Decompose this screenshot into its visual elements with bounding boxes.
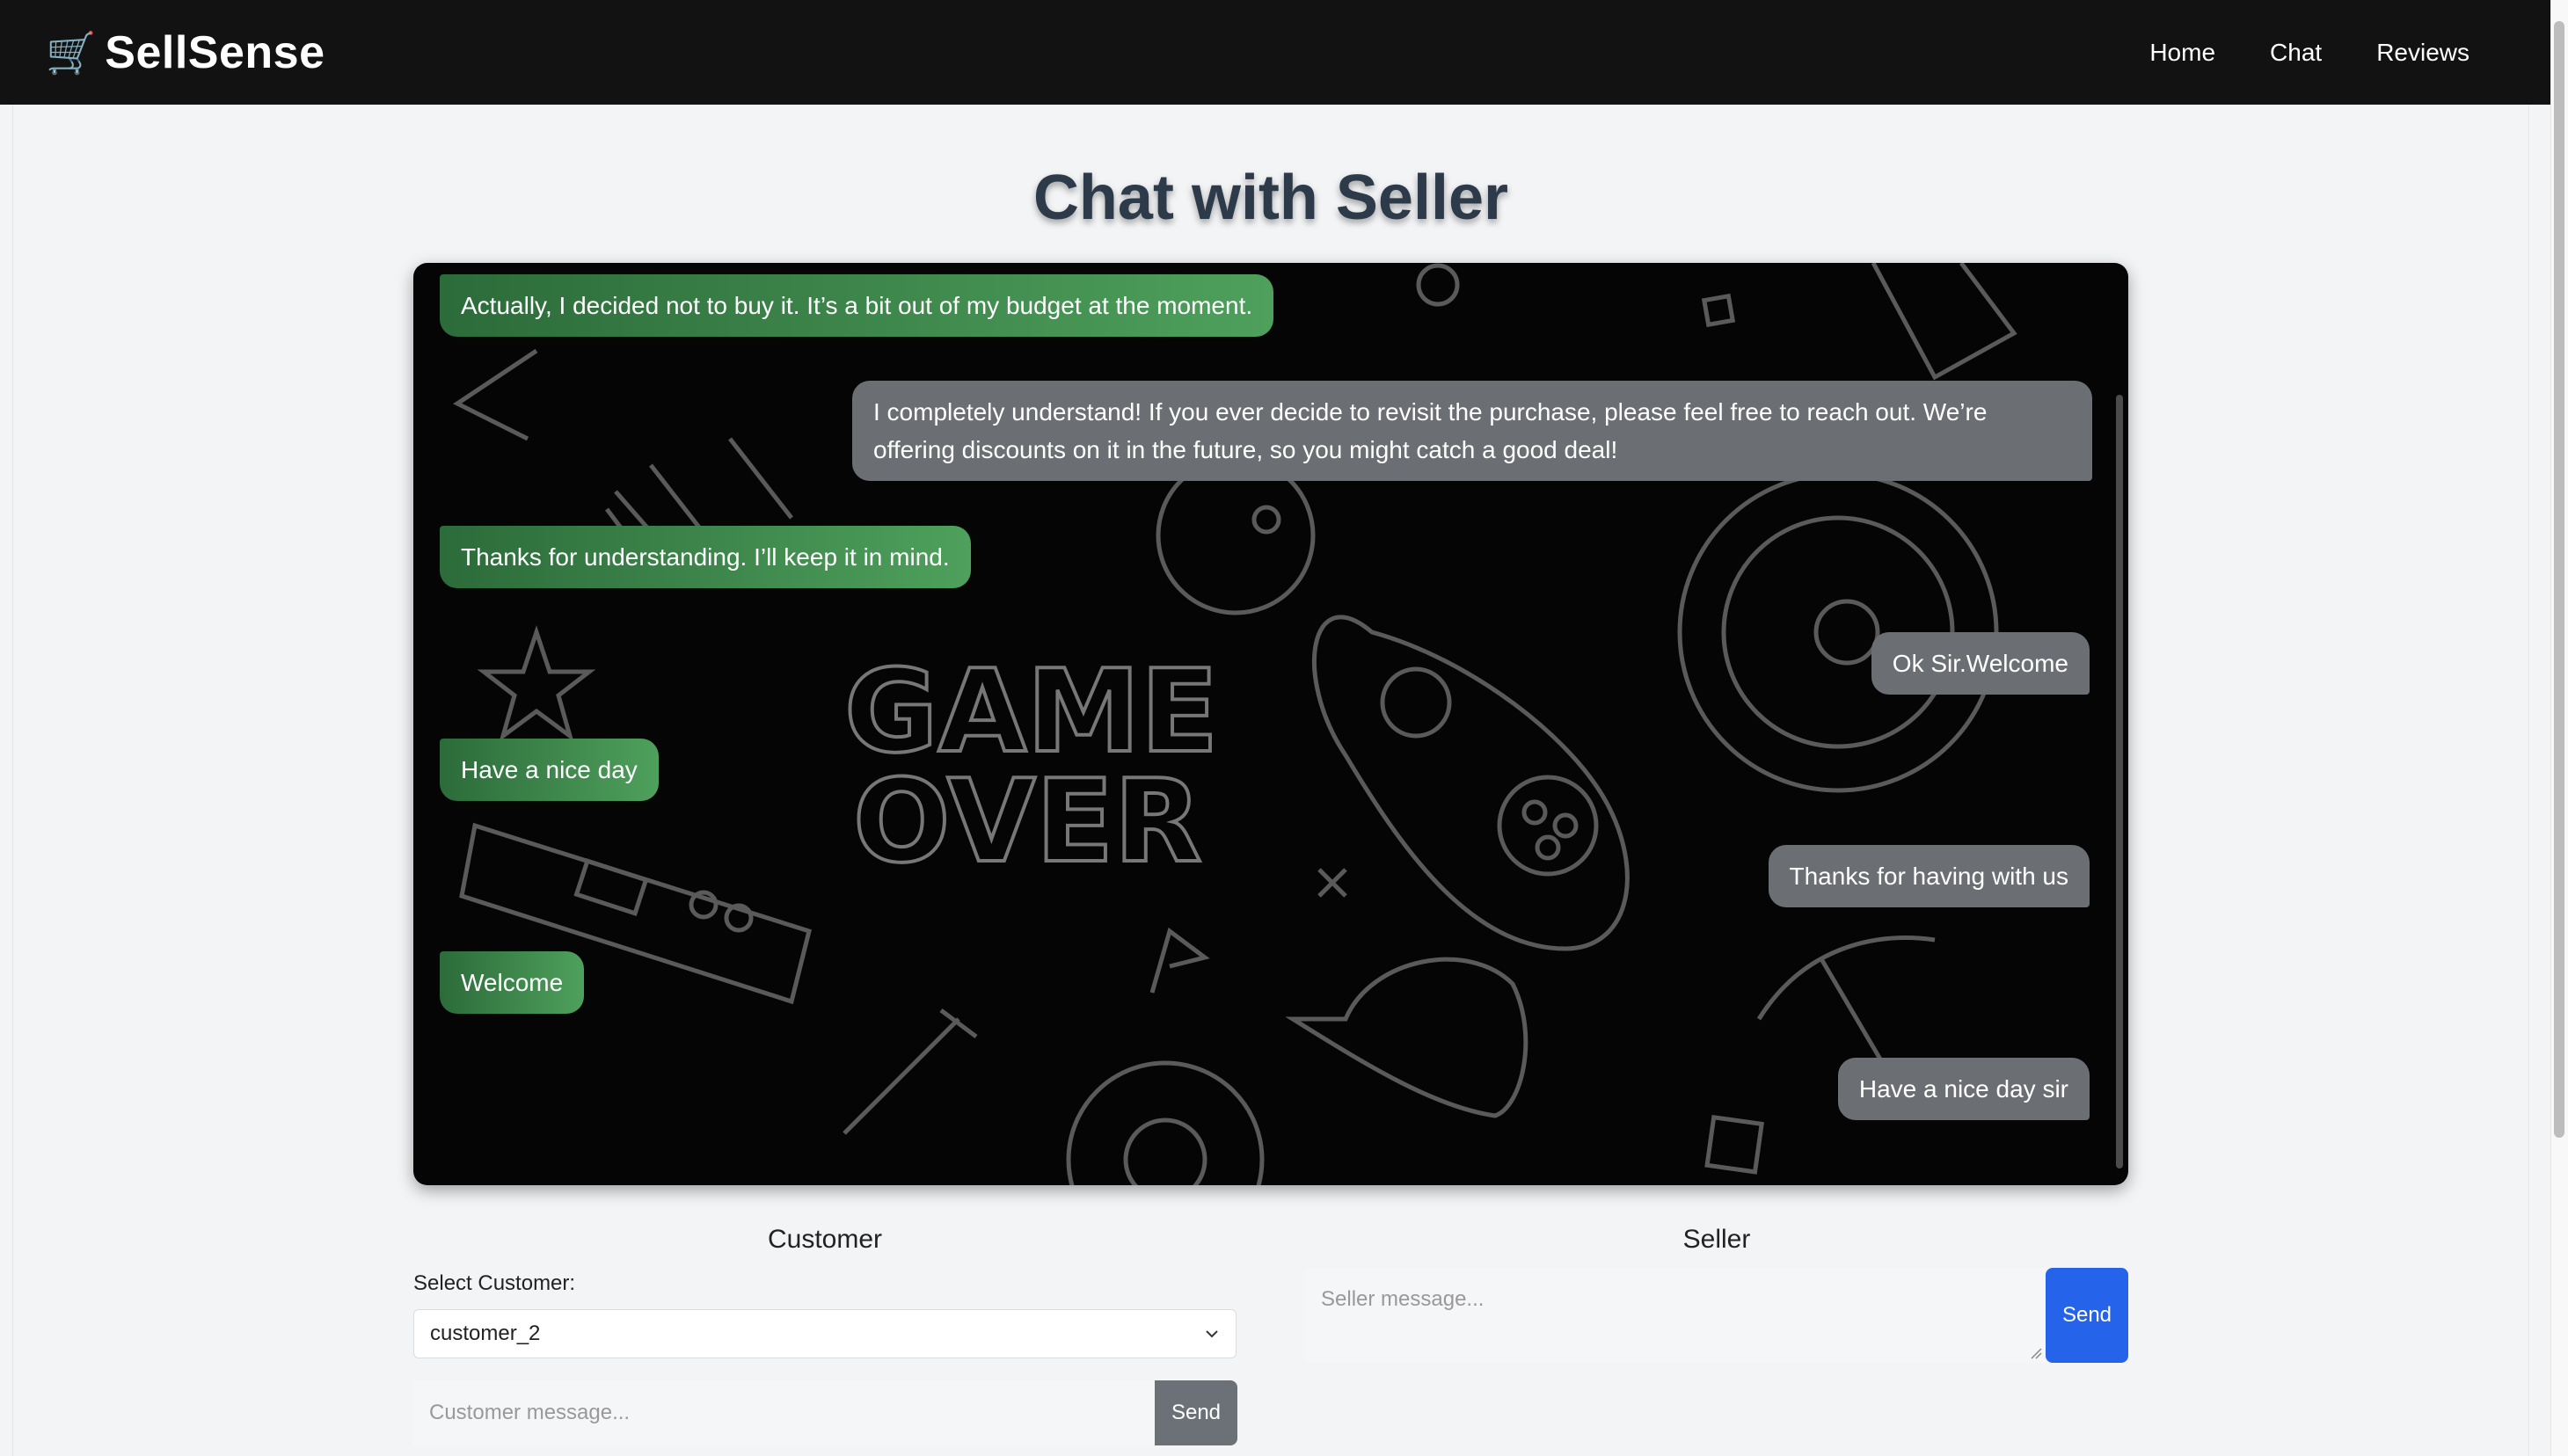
chat-message-seller: Thanks for having with us [1768,845,2090,907]
seller-message-input[interactable]: Seller message... [1305,1268,2046,1363]
page-scrollbar-thumb[interactable] [2554,21,2564,1138]
chat-message-seller: I completely understand! If you ever dec… [852,381,2092,481]
customer-panel-title: Customer [767,1225,883,1254]
chat-window[interactable]: GAME OVER Actually, I decided not to buy… [413,263,2128,1185]
chat-message-customer: Welcome [440,951,585,1014]
customer-send-button[interactable]: Send [1155,1380,1237,1445]
top-navbar: 🛒 SellSense Home Chat Reviews [0,0,2550,105]
nav-links: Home Chat Reviews [2149,39,2470,67]
page-title: Chat with Seller [1032,163,1509,233]
select-customer-label: Select Customer: [413,1271,576,1295]
chat-message-customer: Thanks for understanding. I’ll keep it i… [440,526,971,588]
chat-message-customer: Actually, I decided not to buy it. It’s … [440,274,1274,337]
svg-text:OVER: OVER [853,754,1202,888]
seller-panel-title: Seller [1682,1225,1751,1254]
seller-send-button[interactable]: Send [2046,1268,2128,1363]
nav-link-chat[interactable]: Chat [2270,39,2322,67]
chevron-down-icon [1206,1330,1218,1338]
customer-select-value: customer_2 [430,1321,541,1345]
shopping-cart-icon: 🛒 [46,29,97,76]
customer-message-input[interactable]: Customer message... [413,1380,1155,1445]
resize-grip-icon[interactable] [2030,1347,2042,1359]
brand-name: SellSense [105,26,325,78]
brand[interactable]: 🛒 SellSense [46,26,325,79]
nav-link-home[interactable]: Home [2149,39,2215,67]
chat-message-seller: Have a nice day sir [1837,1058,2090,1120]
customer-input-row: Customer message... Send [413,1380,1237,1445]
nav-link-reviews[interactable]: Reviews [2376,39,2470,67]
chat-message-seller: Ok Sir.Welcome [1871,632,2090,695]
chat-message-customer: Have a nice day [440,739,659,801]
customer-select[interactable]: customer_2 [413,1309,1237,1358]
chat-scrollbar-thumb[interactable] [2116,395,2123,1168]
seller-message-placeholder: Seller message... [1321,1287,1485,1311]
